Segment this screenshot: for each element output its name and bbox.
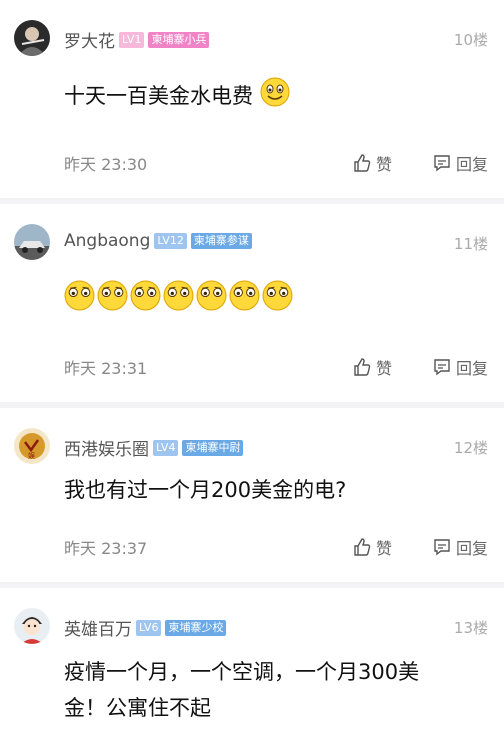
floor-number: 11楼 (453, 235, 488, 253)
smile-emoji-icon (260, 77, 290, 117)
avatar[interactable] (14, 20, 50, 56)
thumbs-up-icon (352, 357, 372, 377)
comment-text-line: 疫情一个月，一个空调，一个月300美 (64, 660, 420, 684)
comment-icon (432, 357, 452, 377)
comment-icon (432, 537, 452, 557)
rank-badge: 柬埔寨小兵 (148, 31, 210, 48)
username[interactable]: 英雄百万 (64, 615, 132, 640)
emoji-row (64, 280, 293, 321)
avatar[interactable]: 娱 (14, 428, 50, 464)
wide-eyed-emoji-icon (262, 280, 293, 321)
level-badge: LV4 (153, 439, 179, 456)
comment-header: 西港娱乐圈 LV4 柬埔寨中尉 (64, 435, 244, 460)
reply-label: 回复 (455, 539, 488, 558)
wide-eyed-emoji-icon (229, 280, 260, 321)
avatar[interactable] (14, 608, 50, 644)
level-badge: LV6 (136, 619, 162, 636)
comment-content: 我也有过一个月200美金的电? (64, 473, 346, 507)
comment-content: 十天一百美金水电费 (64, 77, 290, 117)
thumbs-up-icon (352, 153, 372, 173)
reply-button[interactable]: 回复 (432, 535, 488, 559)
wide-eyed-emoji-icon (130, 280, 161, 321)
comment-header: Angbaong LV12 柬埔寨参谋 (64, 231, 252, 251)
comment-text: 十天一百美金水电费 (64, 84, 253, 108)
comment-text: 我也有过一个月200美金的电? (64, 478, 347, 502)
like-label: 赞 (375, 155, 392, 174)
timestamp: 昨天 23:31 (64, 359, 148, 378)
comment-footer: 昨天 23:37 赞 回复 (64, 535, 488, 559)
like-button[interactable]: 赞 (352, 535, 392, 559)
level-badge: LV12 (154, 233, 187, 249)
wide-eyed-emoji-icon (196, 280, 227, 321)
comment-item: 罗大花 LV1 柬埔寨小兵 10楼 十天一百美金水电费 昨天 23:30 赞 回… (0, 0, 504, 204)
comment-content: 疫情一个月，一个空调，一个月300美 金！公寓住不起 (64, 654, 419, 726)
rank-badge: 柬埔寨少校 (165, 619, 227, 636)
like-button[interactable]: 赞 (352, 151, 392, 175)
comment-header: 英雄百万 LV6 柬埔寨少校 (64, 615, 227, 640)
level-badge: LV1 (119, 31, 145, 48)
comment-footer: 昨天 23:30 赞 回复 (64, 151, 488, 175)
username[interactable]: Angbaong (64, 231, 150, 251)
comment-text-line: 金！公寓住不起 (64, 696, 211, 720)
reply-button[interactable]: 回复 (432, 355, 488, 379)
floor-number: 12楼 (453, 439, 488, 457)
timestamp: 昨天 23:30 (64, 155, 148, 174)
floor-number: 13楼 (453, 619, 488, 637)
like-button[interactable]: 赞 (352, 355, 392, 379)
wide-eyed-emoji-icon (97, 280, 128, 321)
reply-label: 回复 (455, 359, 488, 378)
wide-eyed-emoji-icon (64, 280, 95, 321)
floor-number: 10楼 (453, 31, 488, 49)
reply-button[interactable]: 回复 (432, 151, 488, 175)
comment-header: 罗大花 LV1 柬埔寨小兵 (64, 27, 210, 52)
rank-badge: 柬埔寨中尉 (182, 439, 244, 456)
rank-badge: 柬埔寨参谋 (190, 233, 252, 249)
like-label: 赞 (375, 359, 392, 378)
username[interactable]: 西港娱乐圈 (64, 435, 149, 460)
thumbs-up-icon (352, 537, 372, 557)
timestamp: 昨天 23:37 (64, 539, 148, 558)
like-label: 赞 (375, 539, 392, 558)
comment-item: 娱 西港娱乐圈 LV4 柬埔寨中尉 12楼 我也有过一个月200美金的电? 昨天… (0, 408, 504, 588)
avatar[interactable] (14, 224, 50, 260)
reply-label: 回复 (455, 155, 488, 174)
comment-icon (432, 153, 452, 173)
username[interactable]: 罗大花 (64, 27, 115, 52)
comment-item: Angbaong LV12 柬埔寨参谋 11楼 昨天 23:31 赞 回复 (0, 204, 504, 408)
wide-eyed-emoji-icon (163, 280, 194, 321)
comment-item: 英雄百万 LV6 柬埔寨少校 13楼 疫情一个月，一个空调，一个月300美 金！… (0, 588, 504, 736)
comment-footer: 昨天 23:31 赞 回复 (64, 355, 488, 379)
svg-text:娱: 娱 (28, 451, 35, 460)
